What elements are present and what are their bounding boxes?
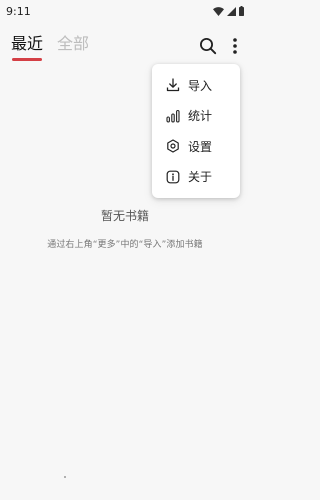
- more-vertical-icon[interactable]: [229, 36, 241, 56]
- menu-item-stats[interactable]: 统计: [152, 101, 240, 132]
- battery-icon: [239, 6, 244, 16]
- menu-item-about[interactable]: 关于: [152, 162, 240, 193]
- info-icon: [166, 170, 180, 184]
- tab-bar: 最近 全部: [11, 34, 89, 54]
- search-icon[interactable]: [199, 37, 217, 55]
- tab-all[interactable]: 全部: [57, 34, 89, 54]
- settings-icon: [166, 139, 180, 153]
- download-icon: [166, 78, 180, 92]
- menu-item-label: 关于: [188, 170, 213, 185]
- empty-state-title: 暂无书籍: [100, 209, 149, 223]
- bottom-dot: [64, 476, 66, 478]
- overflow-menu: 导入 统计 设置 关于: [152, 64, 240, 198]
- status-icons: [213, 6, 244, 16]
- tab-recent[interactable]: 最近: [11, 34, 43, 54]
- empty-state-hint: 通过右上角“更多”中的“导入”添加书籍: [47, 240, 203, 250]
- status-time: 9:11: [6, 4, 31, 18]
- bar-chart-icon: [166, 109, 180, 123]
- menu-item-label: 统计: [188, 109, 213, 124]
- menu-item-import[interactable]: 导入: [152, 70, 240, 101]
- signal-icon: [227, 6, 236, 16]
- menu-item-label: 导入: [188, 78, 213, 93]
- status-bar: 9:11: [0, 0, 250, 22]
- wifi-icon: [213, 6, 224, 16]
- menu-item-settings[interactable]: 设置: [152, 131, 240, 162]
- tab-indicator: [12, 58, 42, 61]
- menu-item-label: 设置: [188, 139, 213, 154]
